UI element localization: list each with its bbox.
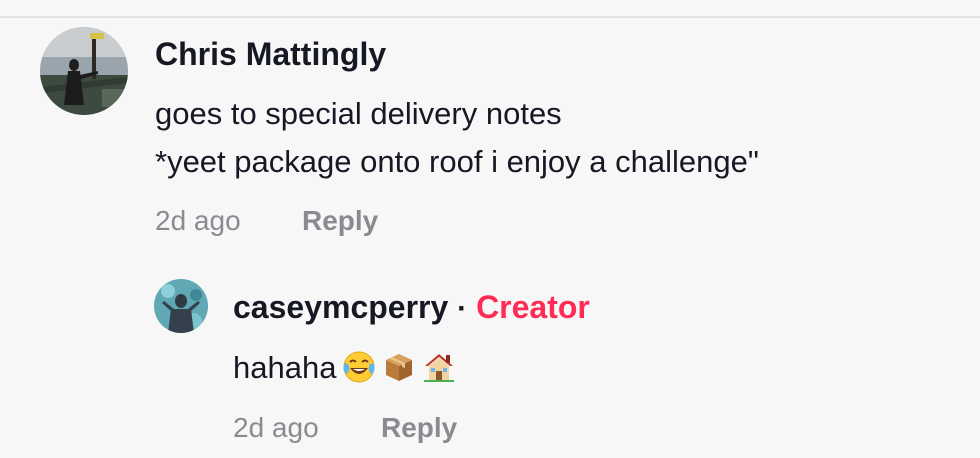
separator-dot: · <box>457 292 468 325</box>
commenter-avatar[interactable] <box>40 27 128 115</box>
top-divider <box>0 16 980 18</box>
comment-text-line-1: goes to special delivery notes <box>155 96 562 131</box>
creator-badge: Creator <box>476 289 590 325</box>
house-icon <box>422 350 456 394</box>
reply-reply-button[interactable]: Reply <box>381 410 457 446</box>
reply-timestamp: 2d ago <box>233 412 319 443</box>
commenter-name[interactable]: Chris Mattingly <box>155 34 386 74</box>
comment-text-line-2: *yeet package onto roof i enjoy a challe… <box>155 144 759 179</box>
face-with-tears-of-joy-icon <box>342 350 376 394</box>
reply-text-line: hahaha <box>233 348 456 394</box>
package-icon <box>382 350 416 394</box>
comment-timestamp: 2d ago <box>155 205 241 236</box>
reply-header: caseymcperry · Creator <box>233 287 590 329</box>
creator-name[interactable]: caseymcperry <box>233 289 448 325</box>
comment-reply-button[interactable]: Reply <box>302 203 378 239</box>
reply-text: hahaha <box>233 350 337 385</box>
creator-avatar[interactable] <box>154 279 208 333</box>
